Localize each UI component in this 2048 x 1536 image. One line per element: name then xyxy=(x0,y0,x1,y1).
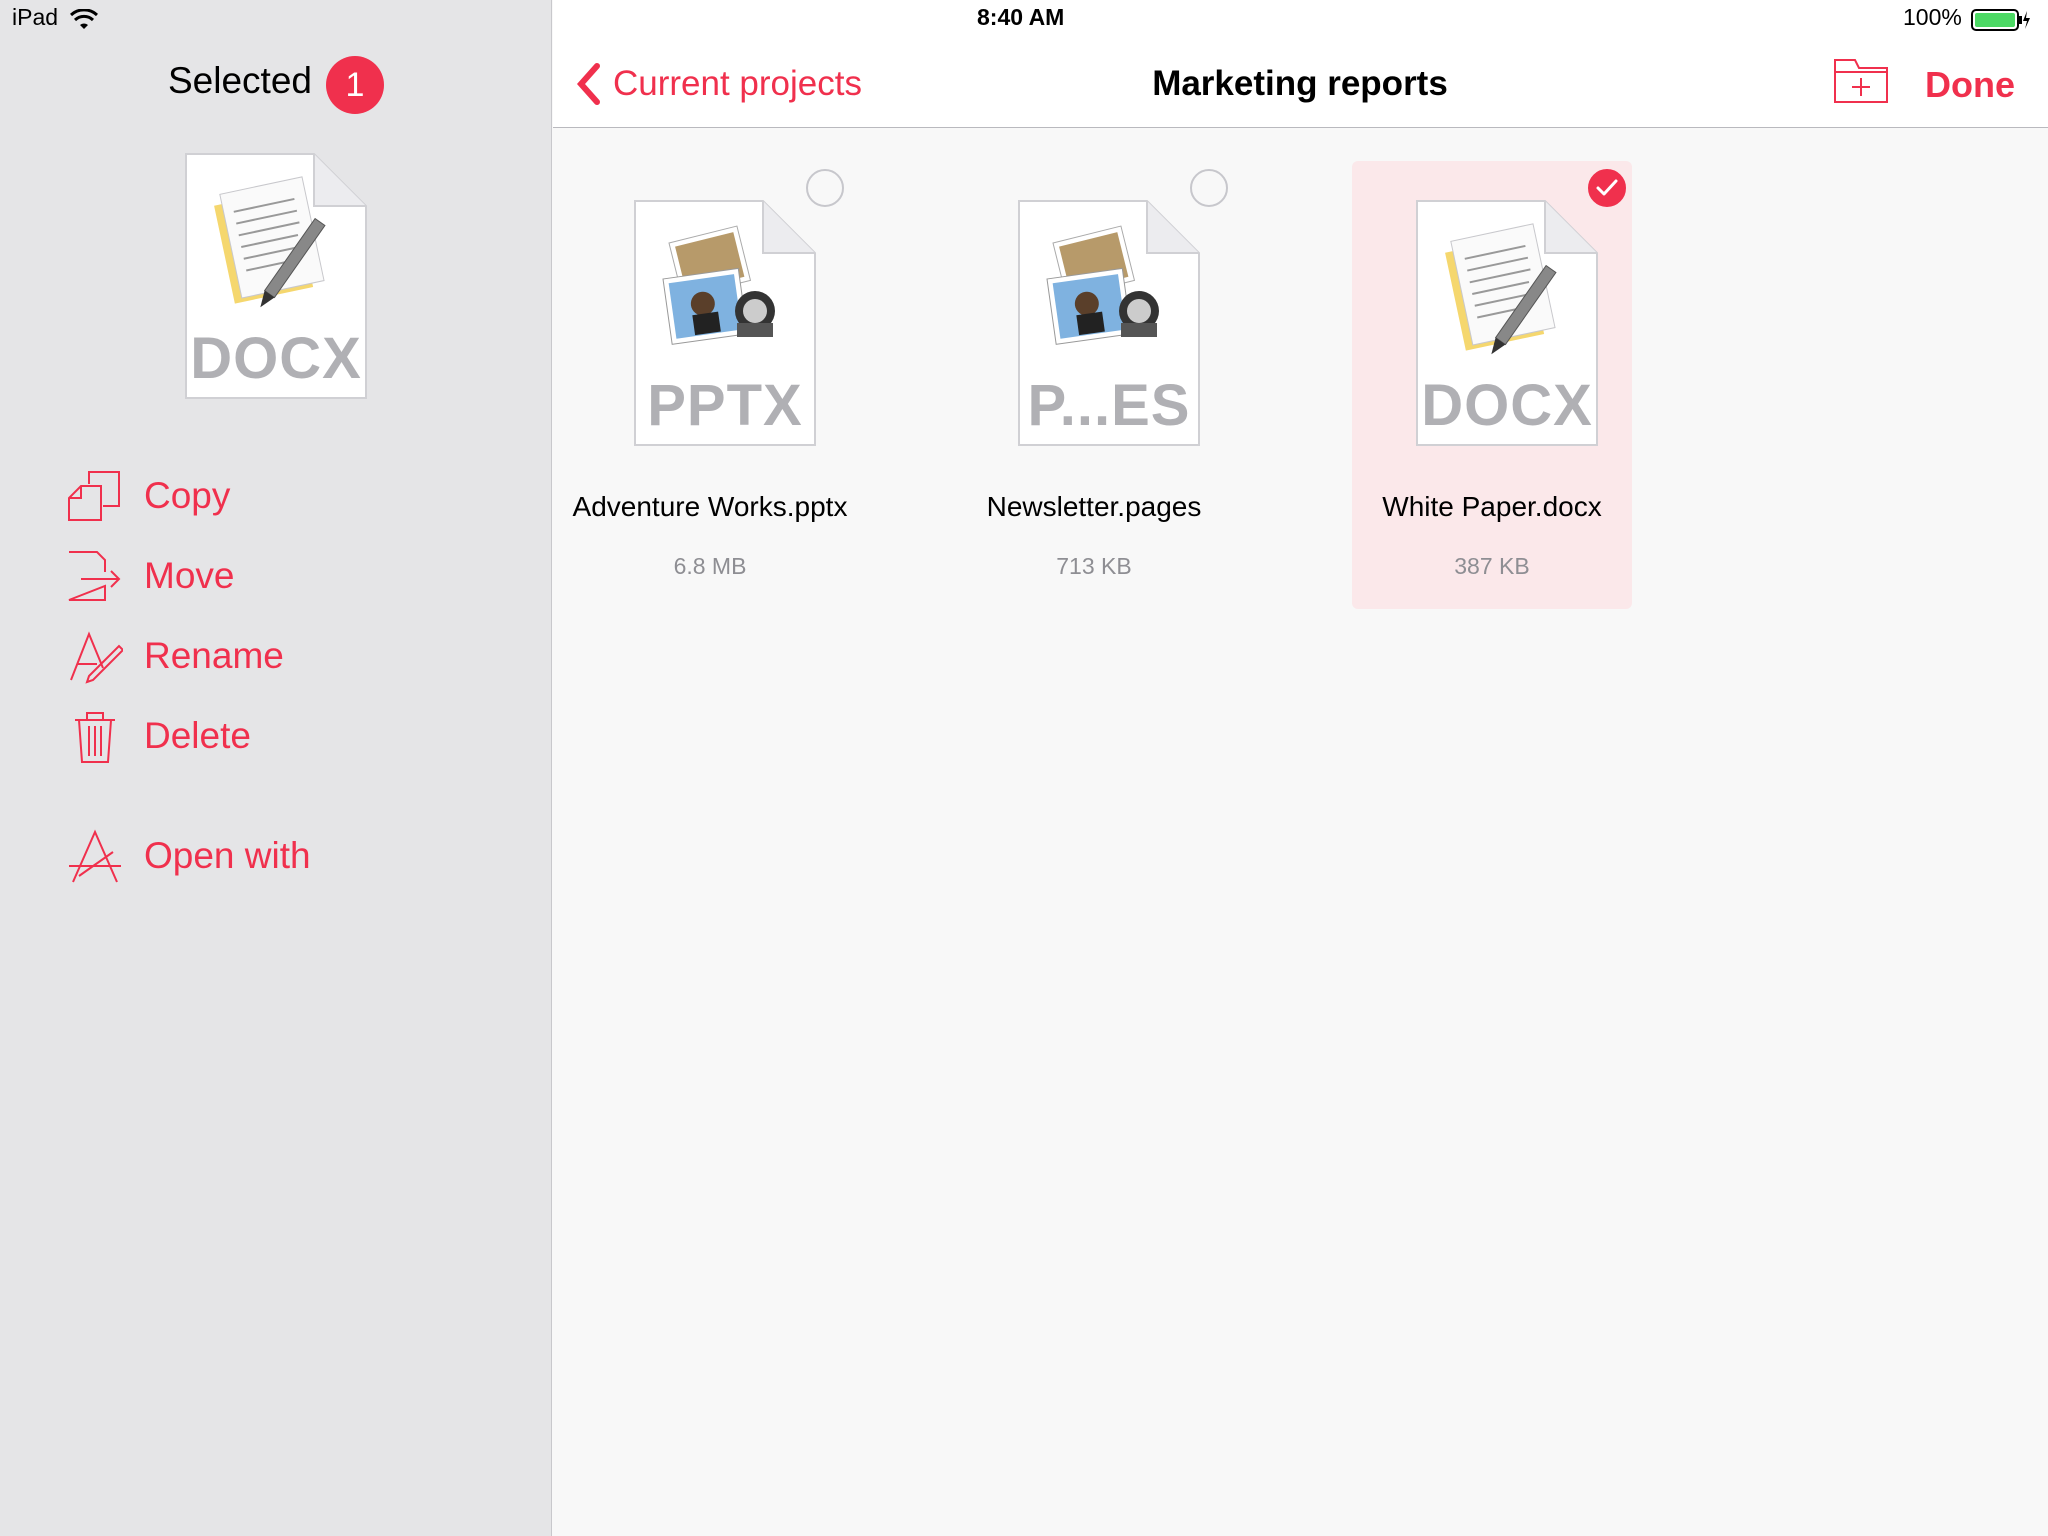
file-size: 713 KB xyxy=(1056,553,1132,579)
trash-icon xyxy=(66,707,124,765)
device-name: iPad xyxy=(12,4,59,30)
file-name: Newsletter.pages xyxy=(986,491,1202,522)
rename-icon xyxy=(66,627,124,685)
delete-button[interactable]: Delete xyxy=(66,706,466,766)
move-label: Move xyxy=(144,555,235,596)
file-size: 387 KB xyxy=(1454,553,1530,579)
page-title: Marketing reports xyxy=(1152,64,1448,103)
file-thumbnail: PPTX xyxy=(633,199,817,447)
status-time: 8:40 AM xyxy=(977,4,1065,30)
file-thumbnail: P...ES xyxy=(1017,199,1201,447)
file-type-label: DOCX xyxy=(1421,373,1593,438)
delete-label: Delete xyxy=(144,715,251,756)
move-icon xyxy=(66,547,124,605)
copy-button[interactable]: Copy xyxy=(66,466,466,526)
wifi-icon xyxy=(70,9,98,29)
copy-label: Copy xyxy=(144,475,231,516)
selected-title: Selected xyxy=(168,60,312,101)
selection-count-badge: 1 xyxy=(326,56,384,114)
file-size: 6.8 MB xyxy=(673,553,747,579)
main-area: 8:40 AM 100% Current projects Marketing … xyxy=(553,0,2048,1536)
rename-button[interactable]: Rename xyxy=(66,626,466,686)
new-folder-icon xyxy=(1834,59,1888,103)
battery-percent: 100% xyxy=(1903,4,1962,30)
copy-icon xyxy=(66,467,124,525)
rename-label: Rename xyxy=(144,635,284,676)
file-name: White Paper.docx xyxy=(1382,491,1602,522)
app-store-icon xyxy=(66,827,124,885)
done-button[interactable]: Done xyxy=(1925,64,2015,106)
file-tile-selected[interactable]: DOCX White Paper.docx 387 KB xyxy=(1352,161,1632,609)
battery-icon xyxy=(1971,9,2030,31)
file-type-label: P...ES xyxy=(1027,373,1191,438)
file-type-label: PPTX xyxy=(647,373,803,438)
sidebar: iPad Selected 1 DOCX Copy Move Rename De… xyxy=(0,0,552,1536)
file-tile[interactable]: PPTX Adventure Works.pptx 6.8 MB xyxy=(570,161,850,609)
new-folder-button[interactable] xyxy=(1833,56,1889,106)
open-with-button[interactable]: Open with xyxy=(66,826,466,886)
move-button[interactable]: Move xyxy=(66,546,466,606)
navbar: 8:40 AM 100% Current projects Marketing … xyxy=(553,0,2048,128)
file-tile[interactable]: P...ES Newsletter.pages 713 KB xyxy=(954,161,1234,609)
preview-type-label: DOCX xyxy=(190,326,362,391)
file-name: Adventure Works.pptx xyxy=(572,491,848,522)
open-with-label: Open with xyxy=(144,835,311,876)
file-thumbnail: DOCX xyxy=(1415,199,1599,447)
selection-preview-document: DOCX xyxy=(184,152,368,400)
